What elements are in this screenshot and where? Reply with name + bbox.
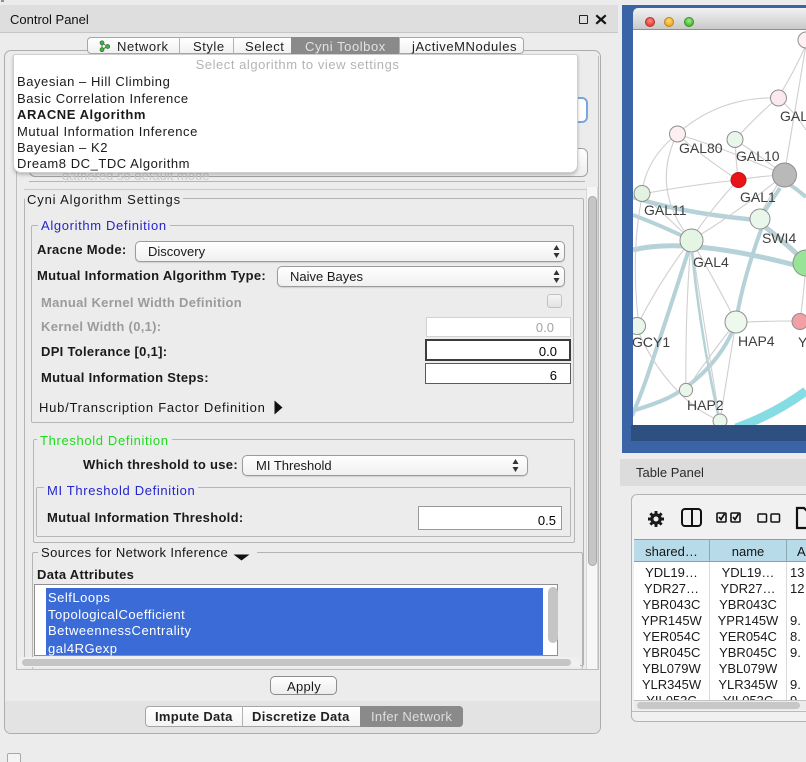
svg-text:HAP4: HAP4 <box>738 333 775 349</box>
svg-text:GAL10: GAL10 <box>736 148 780 164</box>
svg-text:GAL4: GAL4 <box>693 254 729 270</box>
svg-text:GAL11: GAL11 <box>644 202 687 218</box>
svg-text:Y: Y <box>798 334 806 350</box>
svg-text:GCY1: GCY1 <box>633 334 670 350</box>
svg-text:SWI4: SWI4 <box>762 230 796 246</box>
svg-text:HAP2: HAP2 <box>687 397 724 413</box>
svg-text:GAL7: GAL7 <box>780 108 806 124</box>
svg-text:GAL80: GAL80 <box>679 140 723 156</box>
svg-text:GAL1: GAL1 <box>740 189 776 205</box>
